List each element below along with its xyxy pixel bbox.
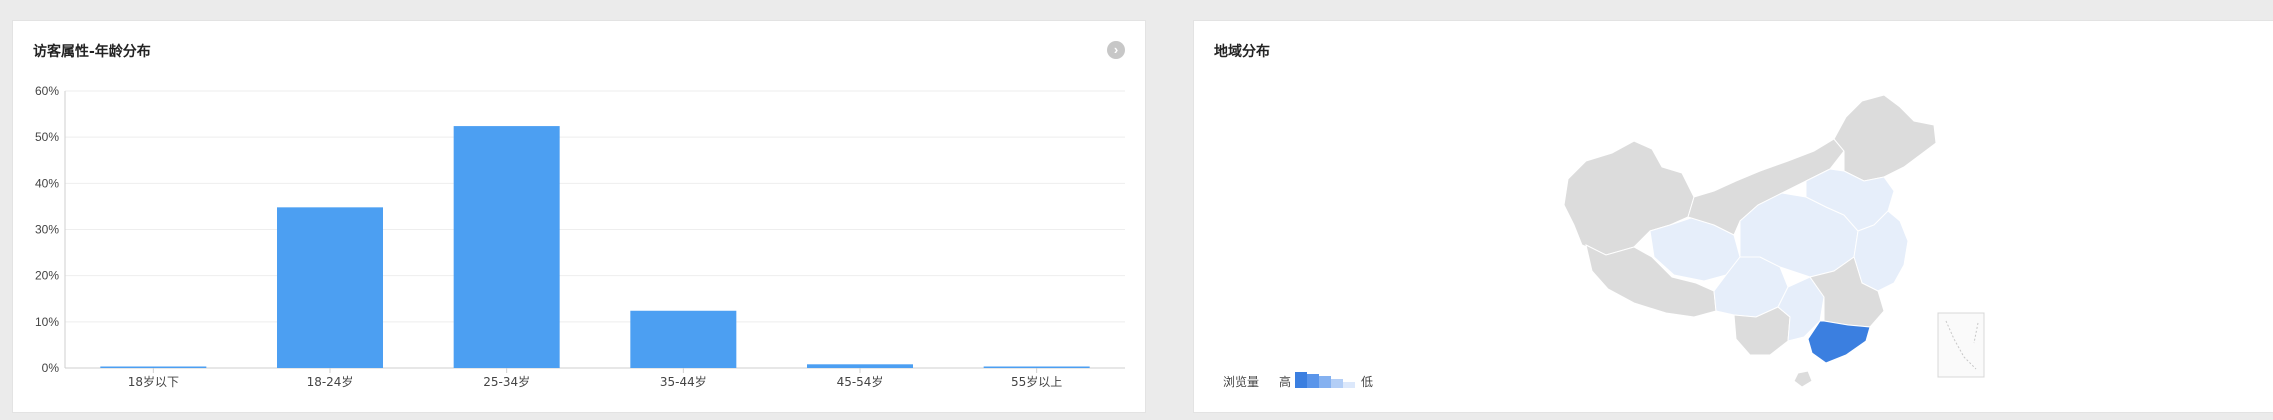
legend-low-label: 低 xyxy=(1361,375,1374,389)
x-category-label: 25-34岁 xyxy=(483,374,530,389)
age-bar[interactable] xyxy=(453,126,560,368)
age-bar-chart: 0% 10% 20% 30% 40% 50% 60% 18岁以下 18-24岁 25-34岁 35-… xyxy=(35,84,1125,389)
legend-high-label: 高 xyxy=(1279,375,1292,389)
x-category-label: 55岁以上 xyxy=(1011,374,1062,389)
x-category-label: 18-24岁 xyxy=(307,374,354,389)
age-bar[interactable] xyxy=(100,366,207,369)
y-tick-label: 60% xyxy=(35,84,59,98)
map-region-guangdong[interactable] xyxy=(1807,320,1871,364)
y-tick-label: 40% xyxy=(35,176,59,190)
map-region-northeast[interactable] xyxy=(1833,94,1937,182)
china-map[interactable] xyxy=(1194,21,2273,414)
age-bar[interactable] xyxy=(277,207,383,368)
x-category-label: 18岁以下 xyxy=(128,374,179,389)
region-distribution-panel: 地域分布 浏览量 高 低 xyxy=(1193,20,2273,413)
map-region-hainan[interactable] xyxy=(1793,370,1813,388)
y-tick-label: 50% xyxy=(35,130,59,144)
y-tick-label: 30% xyxy=(35,223,59,237)
x-category-label: 45-54岁 xyxy=(837,374,884,389)
y-tick-label: 20% xyxy=(35,269,59,283)
age-bar[interactable] xyxy=(807,364,913,368)
y-tick-label: 0% xyxy=(42,361,60,375)
age-distribution-panel: 访客属性-年龄分布 › 0% 10% 20% 30% 40% 50% 60% 18岁以下 18-… xyxy=(12,20,1146,413)
age-bar[interactable] xyxy=(983,366,1090,369)
y-tick-label: 10% xyxy=(35,315,59,329)
south-sea-inset xyxy=(1937,312,1985,378)
age-bar[interactable] xyxy=(630,310,737,368)
legend-label: 浏览量 xyxy=(1223,375,1260,389)
x-category-label: 35-44岁 xyxy=(660,374,707,389)
legend-color-ramp xyxy=(1295,372,1355,388)
